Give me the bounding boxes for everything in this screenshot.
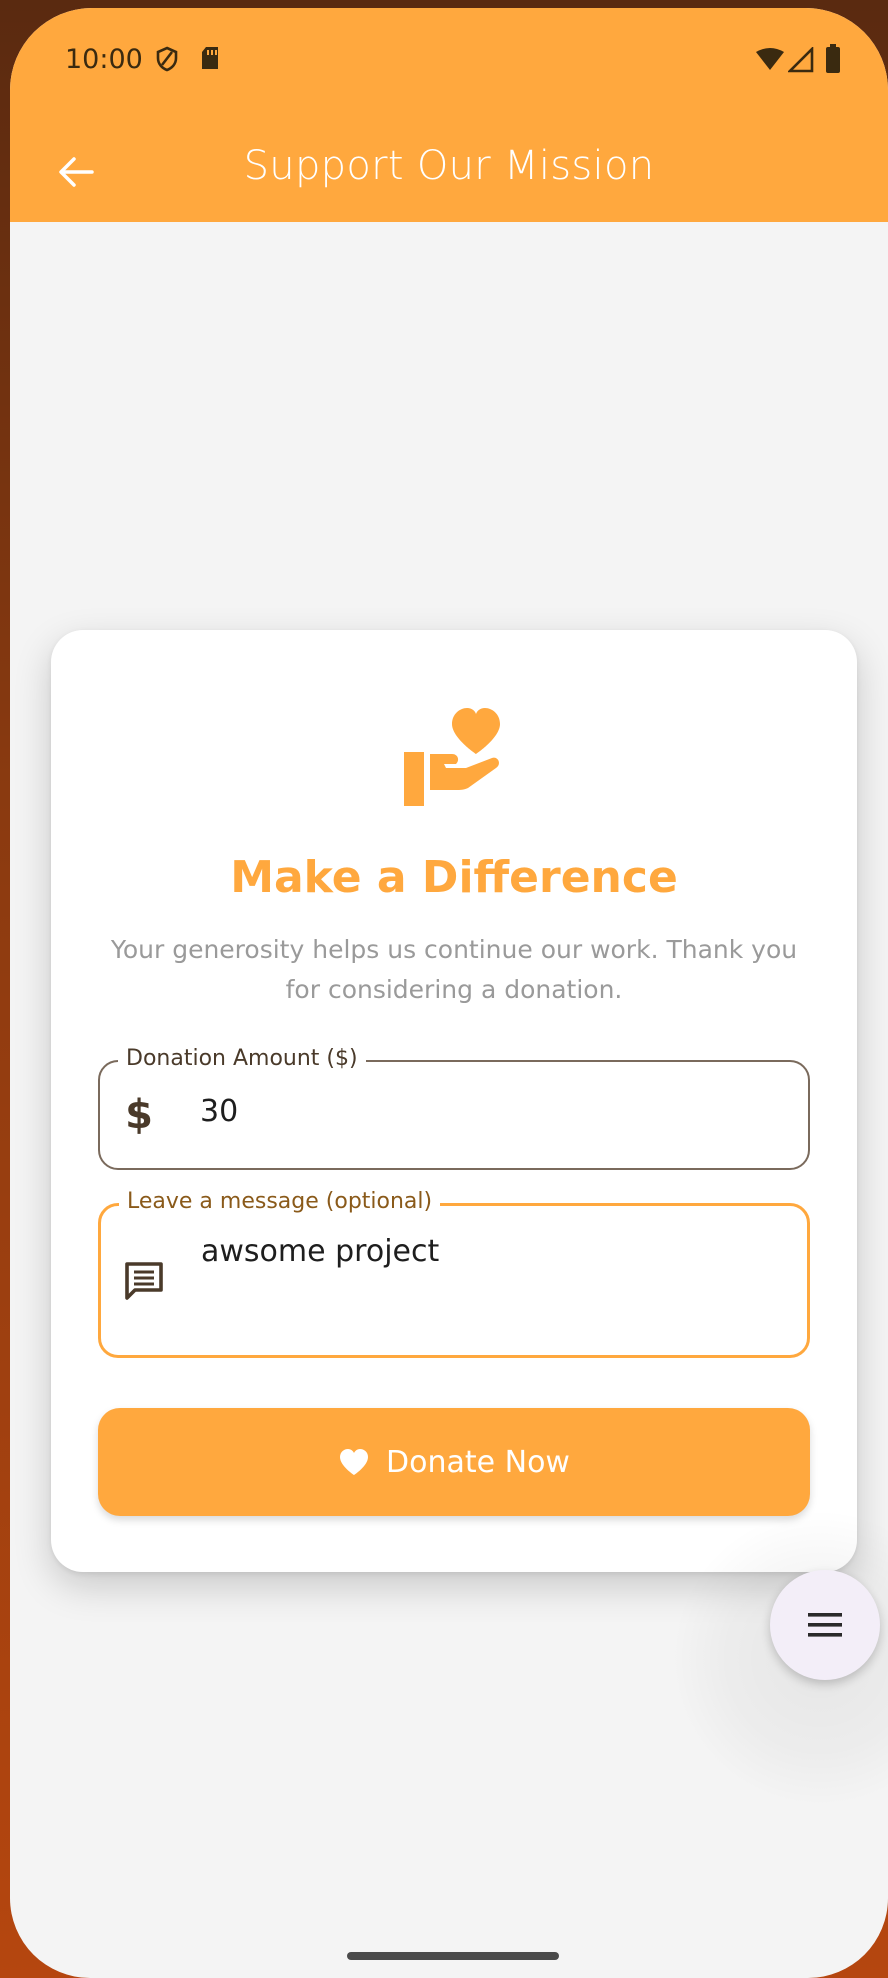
donation-amount-field[interactable]: Donation Amount ($) $ 30: [98, 1046, 810, 1170]
card-heading: Make a Difference: [230, 852, 678, 903]
card-subtitle: Your generosity helps us continue our wo…: [110, 935, 798, 1004]
app-bar: 10:00 Support Our Mission: [10, 8, 888, 222]
message-icon: [123, 1260, 165, 1307]
page-title: Support Our Mission: [243, 143, 655, 189]
wifi-icon: [755, 48, 785, 77]
status-bar: 10:00: [10, 8, 888, 118]
dollar-icon: $: [125, 1092, 153, 1141]
menu-fab-button[interactable]: [770, 1570, 880, 1680]
message-input[interactable]: awsome project: [201, 1234, 439, 1269]
battery-icon: [825, 44, 841, 79]
svg-text:$: $: [126, 1092, 152, 1136]
donation-card: Make a Difference Your generosity helps …: [51, 630, 857, 1572]
donate-now-button[interactable]: Donate Now: [98, 1408, 810, 1516]
cell-signal-icon: [786, 45, 814, 78]
volunteer-heart-hand-icon: [396, 702, 516, 812]
donate-now-label: Donate Now: [386, 1444, 570, 1480]
message-field-label: Leave a message (optional): [119, 1189, 441, 1214]
donation-amount-input[interactable]: 30: [200, 1094, 238, 1129]
menu-icon: [808, 1613, 842, 1637]
home-indicator[interactable]: [347, 1952, 559, 1960]
phone-screen: 10:00 Support Our Mission Make a Differe…: [10, 8, 888, 1978]
status-time: 10:00: [65, 44, 143, 75]
heart-icon: [340, 1449, 369, 1475]
sd-card-icon: [200, 46, 220, 75]
message-field[interactable]: Leave a message (optional) awsome projec…: [98, 1189, 810, 1358]
vpn-shield-icon: [156, 46, 178, 77]
donation-amount-label: Donation Amount ($): [118, 1046, 366, 1071]
